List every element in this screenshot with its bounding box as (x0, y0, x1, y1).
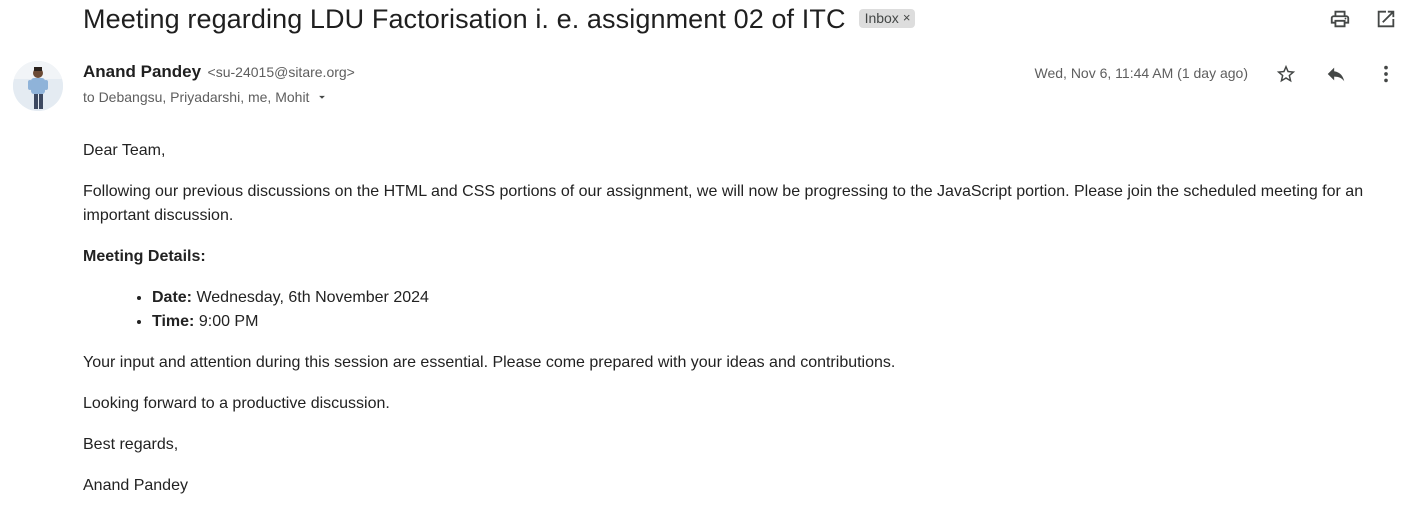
print-icon[interactable] (1327, 6, 1353, 32)
sender-email: <su-24015@sitare.org> (207, 64, 355, 80)
details-heading: Meeting Details: (83, 248, 206, 265)
caret-down-icon[interactable] (315, 90, 329, 104)
detail-value: Wednesday, 6th November 2024 (196, 289, 429, 306)
email-subject-row: Meeting regarding LDU Factorisation i. e… (83, 0, 916, 38)
details-list: Date: Wednesday, 6th November 2024 Time:… (83, 286, 1393, 334)
star-icon[interactable] (1273, 61, 1299, 87)
label-text: Inbox (864, 9, 899, 26)
signoff: Best regards, (83, 436, 179, 453)
thread-toolbar (1327, 6, 1399, 32)
remove-label-icon[interactable]: × (903, 10, 911, 25)
detail-label: Date: (152, 289, 193, 306)
sender-line: Anand Pandey <su-24015@sitare.org> (83, 62, 355, 82)
greeting: Dear Team, (83, 142, 166, 159)
recipients-line: to Debangsu, Priyadarshi, me, Mohit (83, 89, 329, 105)
detail-value: 9:00 PM (198, 313, 259, 330)
sender-name[interactable]: Anand Pandey (83, 62, 201, 81)
request-paragraph: Your input and attention during this ses… (83, 354, 896, 371)
reply-icon[interactable] (1323, 61, 1349, 87)
list-item: Time: 9:00 PM (152, 310, 1393, 334)
message-actions (1273, 61, 1399, 87)
email-timestamp: Wed, Nov 6, 11:44 AM (1 day ago) (1034, 65, 1249, 81)
list-item: Date: Wednesday, 6th November 2024 (152, 286, 1393, 310)
sender-avatar[interactable] (13, 61, 63, 111)
signature: Anand Pandey (83, 477, 188, 494)
recipients-text: to Debangsu, Priyadarshi, me, Mohit (83, 89, 310, 105)
intro-paragraph: Following our previous discussions on th… (83, 183, 1364, 224)
email-subject: Meeting regarding LDU Factorisation i. e… (83, 3, 846, 34)
more-vert-icon[interactable] (1373, 61, 1399, 87)
open-in-new-window-icon[interactable] (1373, 6, 1399, 32)
detail-label: Time: (152, 313, 195, 330)
email-body: Dear Team, Following our previous discus… (83, 139, 1393, 515)
inbox-label-chip[interactable]: Inbox × (858, 8, 916, 28)
closing-line: Looking forward to a productive discussi… (83, 395, 390, 412)
